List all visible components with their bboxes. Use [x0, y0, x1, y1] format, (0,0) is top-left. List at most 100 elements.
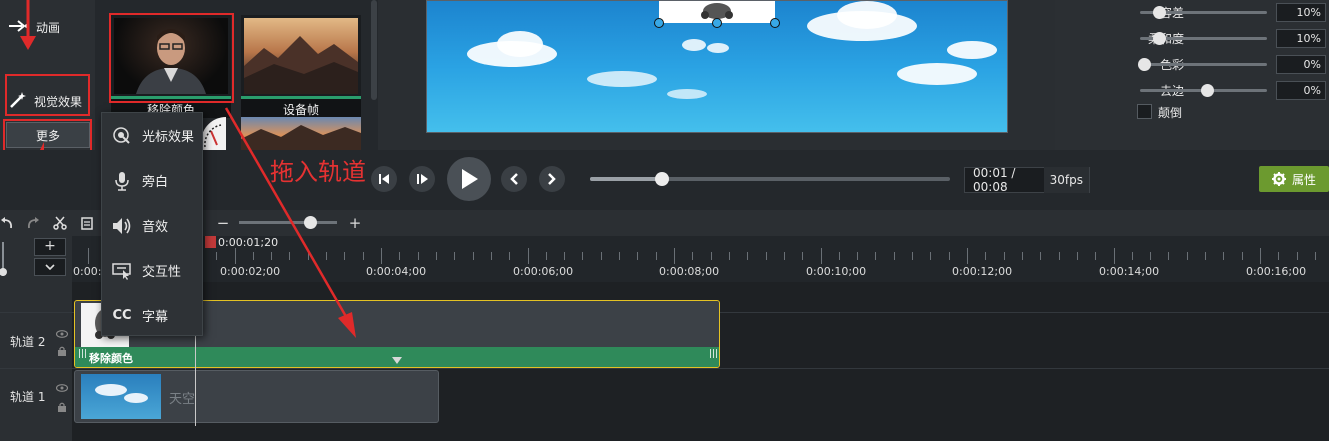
property-slider[interactable] — [1140, 6, 1267, 19]
properties-panel: 容差 10% 柔和度 10% 色彩 0% 去边 0% 颠倒 — [1055, 0, 1329, 150]
eye-icon[interactable] — [55, 327, 69, 341]
ruler-label: 0:00:06;00 — [513, 265, 574, 278]
property-slider[interactable] — [1140, 84, 1267, 97]
ruler-tick — [1168, 252, 1169, 260]
ruler-tick — [564, 252, 565, 260]
property-value-field[interactable]: 10% — [1276, 3, 1326, 22]
property-defringe: 去边 0% — [1055, 80, 1329, 100]
playhead-marker[interactable] — [205, 236, 216, 248]
ruler-tick — [747, 252, 748, 260]
menu-item-label: 交互性 — [142, 265, 182, 280]
property-slider[interactable] — [1138, 58, 1267, 71]
play-icon — [462, 169, 478, 189]
properties-button[interactable]: 属性 — [1259, 166, 1329, 192]
invert-label: 颠倒 — [1158, 106, 1183, 120]
ruler-tick — [1004, 252, 1005, 260]
property-value-field[interactable]: 10% — [1276, 29, 1326, 48]
cut-button[interactable] — [49, 212, 71, 234]
ruler-tick — [637, 252, 638, 260]
property-tolerance: 容差 10% — [1055, 2, 1329, 22]
menu-item-voice-narration[interactable]: 旁白 — [102, 158, 202, 203]
previous-button[interactable] — [501, 166, 527, 192]
menu-item-interactivity[interactable]: 交互性 — [102, 248, 202, 293]
next-button[interactable] — [539, 166, 565, 192]
menu-item-audio-effects[interactable]: 音效 — [102, 203, 202, 248]
ruler-tick — [546, 252, 547, 260]
track-options-button[interactable] — [34, 258, 66, 276]
ruler-tick — [1150, 252, 1151, 260]
scissors-icon — [53, 216, 67, 230]
timeline-clip-sky[interactable]: 天空 — [74, 370, 439, 423]
property-value-field[interactable]: 0% — [1276, 55, 1326, 74]
highlight-box-remove-color — [109, 13, 234, 103]
slider-knob[interactable] — [1138, 58, 1151, 71]
add-track-button[interactable]: + — [34, 238, 66, 256]
ruler-tick — [802, 252, 803, 260]
properties-button-label: 属性 — [1291, 172, 1316, 187]
invert-checkbox[interactable] — [1137, 104, 1152, 119]
ruler-tick — [1095, 252, 1096, 260]
time-display: 00:01 / 00:08 30fps — [964, 166, 1090, 194]
ruler-tick — [1022, 252, 1023, 260]
play-button[interactable] — [447, 157, 491, 201]
fps-readout: 30fps — [1043, 167, 1089, 193]
ruler-tick — [692, 252, 693, 260]
ruler-tick — [1242, 252, 1243, 260]
ruler-tick — [216, 252, 217, 260]
slider-knob[interactable] — [1153, 6, 1166, 19]
track-name: 轨道 1 — [10, 390, 46, 404]
playback-progress — [590, 177, 662, 181]
lock-icon[interactable] — [57, 401, 67, 415]
undo-button[interactable] — [0, 212, 18, 234]
drag-handle-icon[interactable]: ||| — [78, 349, 87, 359]
menu-item-label: 音效 — [142, 220, 169, 235]
ruler-tick — [839, 252, 840, 260]
ruler-tick — [1260, 248, 1261, 264]
triangle-down-icon[interactable] — [392, 357, 402, 365]
ruler-tick — [766, 252, 767, 260]
lock-icon[interactable] — [57, 345, 67, 359]
slider-knob[interactable] — [1201, 84, 1214, 97]
drag-handle-icon[interactable]: ||| — [709, 349, 718, 359]
ruler-tick — [418, 252, 419, 260]
ruler-tick — [711, 252, 712, 260]
resize-handle[interactable] — [654, 18, 664, 28]
clip-name: 天空 — [169, 392, 196, 407]
ruler-tick — [857, 252, 858, 260]
menu-item-cursor-effects[interactable]: 光标效果 — [102, 113, 202, 158]
ruler-tick — [436, 252, 437, 260]
ruler-tick — [1297, 252, 1298, 260]
step-back-button[interactable] — [371, 166, 397, 192]
step-forward-icon — [417, 174, 428, 184]
ruler-tick — [582, 252, 583, 260]
ruler-label: 0:00:10;00 — [806, 265, 867, 278]
ruler-tick — [1223, 252, 1224, 260]
ruler-tick — [1278, 252, 1279, 260]
menu-item-label: 光标效果 — [142, 130, 195, 145]
slider-knob[interactable] — [1153, 32, 1166, 45]
playback-scrubber-knob[interactable] — [655, 172, 669, 186]
annotation-arrow-drag — [224, 107, 356, 338]
property-softness: 柔和度 10% — [1055, 28, 1329, 48]
resize-handle[interactable] — [712, 18, 722, 28]
ruler-tick — [930, 252, 931, 260]
step-back-icon — [379, 174, 389, 184]
ruler-tick — [656, 252, 657, 260]
menu-item-captions[interactable]: CC 字幕 — [102, 293, 202, 338]
redo-button[interactable] — [22, 212, 44, 234]
copy-button[interactable] — [76, 212, 98, 234]
property-value-field[interactable]: 0% — [1276, 81, 1326, 100]
interactive-icon — [102, 262, 142, 280]
ruler-tick — [784, 252, 785, 260]
property-slider[interactable] — [1140, 32, 1267, 45]
eye-icon[interactable] — [55, 381, 69, 395]
preview-canvas[interactable] — [426, 0, 1008, 133]
track-height-slider[interactable] — [0, 242, 14, 276]
ruler-tick — [1114, 248, 1115, 264]
resize-handle[interactable] — [770, 18, 780, 28]
ruler-tick — [601, 252, 602, 260]
cc-icon: CC — [112, 308, 132, 323]
ruler-label: 0:00:14;00 — [1099, 265, 1160, 278]
step-forward-button[interactable] — [409, 166, 435, 192]
library-scrollbar[interactable] — [371, 0, 377, 100]
